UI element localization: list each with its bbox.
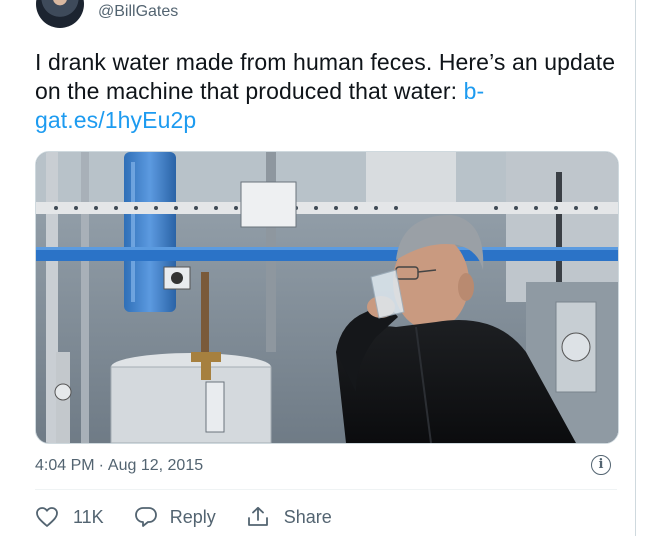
like-count: 11K bbox=[73, 506, 104, 527]
share-upload-icon bbox=[247, 506, 268, 526]
photo-illustration bbox=[36, 152, 618, 443]
avatar[interactable] bbox=[36, 0, 84, 28]
tweet-timestamp[interactable]: 4:04 PM · Aug 12, 2015 bbox=[35, 457, 203, 475]
divider bbox=[35, 489, 617, 490]
timestamp-time: 4:04 PM bbox=[35, 457, 95, 474]
timestamp-separator: · bbox=[98, 457, 104, 474]
share-label: Share bbox=[283, 506, 332, 527]
tweet-text: I drank water made from human feces. Her… bbox=[35, 48, 625, 135]
like-button[interactable]: 11K bbox=[35, 506, 104, 528]
tweet-card: @BillGates I drank water made from human… bbox=[0, 0, 636, 536]
reply-label: Reply bbox=[169, 506, 216, 527]
reply-button[interactable]: Reply bbox=[134, 506, 216, 528]
heart-icon bbox=[36, 507, 58, 527]
tweet-body-text: I drank water made from human feces. Her… bbox=[35, 49, 616, 104]
info-icon[interactable]: i bbox=[591, 455, 611, 475]
speech-bubble-icon bbox=[134, 507, 157, 527]
tweet-actions: 11K Reply Share bbox=[35, 503, 332, 531]
share-button[interactable]: Share bbox=[246, 506, 332, 528]
timestamp-date: Aug 12, 2015 bbox=[107, 457, 204, 474]
user-handle[interactable]: @BillGates bbox=[98, 3, 178, 21]
tweet-photo[interactable] bbox=[35, 151, 619, 444]
